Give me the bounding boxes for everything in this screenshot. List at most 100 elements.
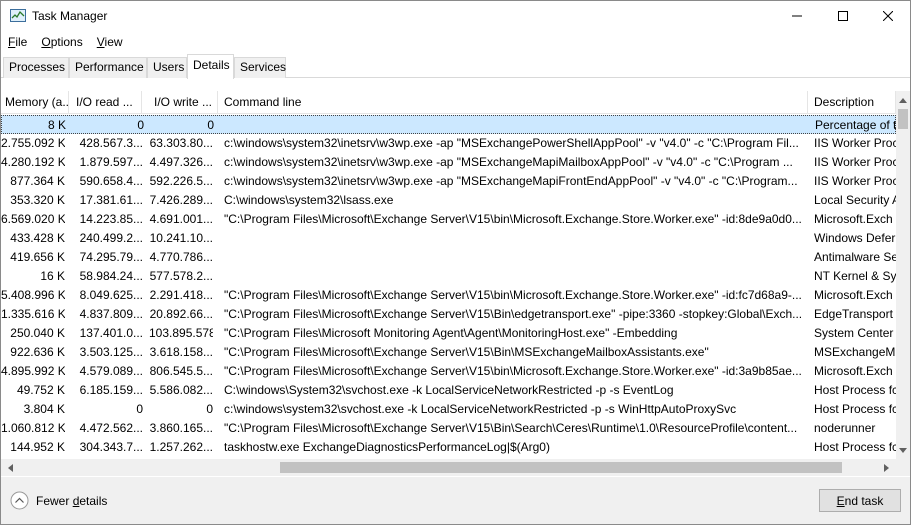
io-read-cell: 17.381.61... (79, 193, 143, 207)
scroll-right-arrow-icon[interactable] (878, 459, 895, 476)
command-line-cell: "C:\Program Files\Microsoft\Exchange Ser… (224, 288, 802, 302)
io-read-cell: 58.984.24... (79, 269, 143, 283)
io-write-cell: 592.226.5... (149, 174, 213, 188)
memory-cell: 2.755.092 K (1, 136, 65, 150)
tab-processes[interactable]: Processes (3, 57, 69, 78)
command-line-cell (224, 229, 804, 248)
description-cell: Windows Defer (814, 231, 896, 245)
io-read-cell: 3.503.125... (79, 345, 143, 359)
table-row[interactable]: 5.408.996 K 8.049.625... 2.291.418... "C:\P… (1, 286, 896, 305)
io-write-cell: 3.860.165... (149, 421, 213, 435)
horizontal-scrollbar[interactable] (1, 459, 896, 476)
minimize-button[interactable] (774, 1, 820, 31)
table-row[interactable]: 1.060.812 K 4.472.562... 3.860.165... "C:\P… (1, 419, 896, 438)
description-cell: Microsoft.Exch (814, 212, 893, 226)
memory-cell: 1.335.616 K (1, 307, 65, 321)
io-write-cell: 63.303.80... (149, 136, 213, 150)
memory-cell: 4.280.192 K (1, 155, 65, 169)
close-button[interactable] (865, 1, 911, 31)
column-header[interactable]: Memory (a... (1, 91, 69, 114)
io-read-cell: 428.567.3... (79, 136, 143, 150)
table-row[interactable]: 144.952 K 304.343.7... 1.257.262... taskhos… (1, 438, 896, 457)
fewer-details-link[interactable]: Fewer details (36, 494, 107, 508)
table-row[interactable]: 6.569.020 K 14.223.85... 4.691.001... "C:\P… (1, 210, 896, 229)
command-line-cell: c:\windows\system32\inetsrv\w3wp.exe -ap… (224, 136, 799, 150)
table-row[interactable]: 16 K 58.984.24... 577.578.2... NT Kernel & … (1, 267, 896, 286)
title-bar[interactable]: Task Manager (1, 1, 910, 31)
table-row[interactable]: 3.804 K 0 0 c:\windows\system32\svchost.exe… (1, 400, 896, 419)
memory-cell: 353.320 K (10, 193, 65, 207)
menu-file[interactable]: File (1, 32, 34, 52)
vertical-scrollbar[interactable] (896, 91, 910, 459)
description-cell: EdgeTransport (814, 307, 893, 321)
table-row[interactable]: 2.755.092 K 428.567.3... 63.303.80... c:\wi… (1, 134, 896, 153)
description-cell: Local Security A (814, 193, 896, 207)
menu-view[interactable]: View (90, 32, 130, 52)
maximize-icon (838, 11, 848, 21)
table-row[interactable]: 4.895.992 K 4.579.089... 806.545.5... "C:\P… (1, 362, 896, 381)
io-write-cell: 4.691.001... (149, 212, 213, 226)
command-line-cell: "C:\Program Files\Microsoft\Exchange Ser… (224, 212, 802, 226)
table-row[interactable]: 1.335.616 K 4.837.809... 20.892.66... "C:\P… (1, 305, 896, 324)
io-read-cell: 0 (137, 118, 144, 132)
io-read-cell: 14.223.85... (79, 212, 143, 226)
io-read-cell: 304.343.7... (79, 440, 143, 454)
command-line-cell: "C:\Program Files\Microsoft\Exchange Ser… (224, 345, 709, 359)
table-row[interactable]: 250.040 K 137.401.0... 103.895.578 "C:\Prog… (1, 324, 896, 343)
memory-cell: 144.952 K (10, 440, 65, 454)
footer: Fewer details End task (1, 477, 910, 524)
menu-options[interactable]: Options (34, 32, 89, 52)
chevron-up-circle-icon[interactable] (10, 491, 29, 510)
io-write-cell: 1.257.262... (149, 440, 213, 454)
table-row[interactable]: 877.364 K 590.658.4... 592.226.5... c:\wind… (1, 172, 896, 191)
command-line-cell: "C:\Program Files\Microsoft\Exchange Ser… (224, 421, 798, 435)
memory-cell: 433.428 K (10, 231, 65, 245)
scroll-up-arrow-icon[interactable] (896, 93, 910, 107)
command-line-cell: c:\windows\system32\svchost.exe -k Local… (224, 402, 737, 416)
memory-cell: 6.569.020 K (1, 212, 65, 226)
command-line-cell: C:\windows\System32\svchost.exe -k Local… (224, 383, 674, 397)
scroll-down-arrow-icon[interactable] (896, 443, 910, 457)
scrollbar-corner (896, 459, 910, 476)
close-icon (883, 11, 893, 21)
end-task-button[interactable]: End task (819, 489, 901, 512)
menu-bar: File Options View (1, 32, 130, 52)
io-write-cell: 10.241.10... (149, 231, 213, 245)
column-header[interactable]: I/O read ... (70, 91, 142, 114)
description-cell: Microsoft.Exch (814, 288, 893, 302)
table-row[interactable]: 433.428 K 240.499.2... 10.241.10... Windows… (1, 229, 896, 248)
scroll-left-arrow-icon[interactable] (2, 459, 19, 476)
description-cell: Host Process fc (814, 402, 896, 416)
table-row[interactable]: 922.636 K 3.503.125... 3.618.158... "C:\Pro… (1, 343, 896, 362)
io-write-cell: 0 (206, 402, 213, 416)
command-line-cell: c:\windows\system32\inetsrv\w3wp.exe -ap… (224, 155, 793, 169)
io-read-cell: 4.837.809... (79, 307, 143, 321)
command-line-cell: "C:\Program Files\Microsoft\Exchange Ser… (224, 364, 802, 378)
tab-performance[interactable]: Performance (69, 57, 147, 78)
minimize-icon (792, 11, 802, 21)
maximize-button[interactable] (820, 1, 866, 31)
io-read-cell: 4.472.562... (79, 421, 143, 435)
column-header[interactable]: I/O write ... (148, 91, 218, 114)
tab-users[interactable]: Users (147, 57, 187, 78)
command-line-cell (224, 267, 804, 286)
command-line-cell: "C:\Program Files\Microsoft Monitoring A… (224, 326, 678, 340)
tab-details[interactable]: Details (187, 54, 234, 79)
table-row[interactable]: 49.752 K 6.185.159... 5.586.082... C:\windo… (1, 381, 896, 400)
description-cell: MSExchangeM (814, 345, 896, 359)
column-header[interactable]: Description (808, 91, 896, 114)
io-read-cell: 6.185.159... (79, 383, 143, 397)
io-read-cell: 4.579.089... (79, 364, 143, 378)
table-row[interactable]: 353.320 K 17.381.61... 7.426.289... C:\wind… (1, 191, 896, 210)
io-write-cell: 5.586.082... (149, 383, 213, 397)
table-row[interactable]: 8 K 0 0 Percentage of t (1, 115, 896, 134)
memory-cell: 16 K (40, 269, 65, 283)
horizontal-scroll-thumb[interactable] (280, 462, 842, 473)
command-line-cell: taskhostw.exe ExchangeDiagnosticsPerform… (224, 440, 550, 454)
column-header[interactable]: Command line (218, 91, 808, 114)
table-row[interactable]: 419.656 K 74.295.79... 4.770.786... Antimal… (1, 248, 896, 267)
tab-services[interactable]: Services (234, 57, 286, 78)
table-row[interactable]: 4.280.192 K 1.879.597... 4.497.326... c:\wi… (1, 153, 896, 172)
io-read-cell: 74.295.79... (79, 250, 143, 264)
vertical-scroll-thumb[interactable] (898, 109, 908, 129)
